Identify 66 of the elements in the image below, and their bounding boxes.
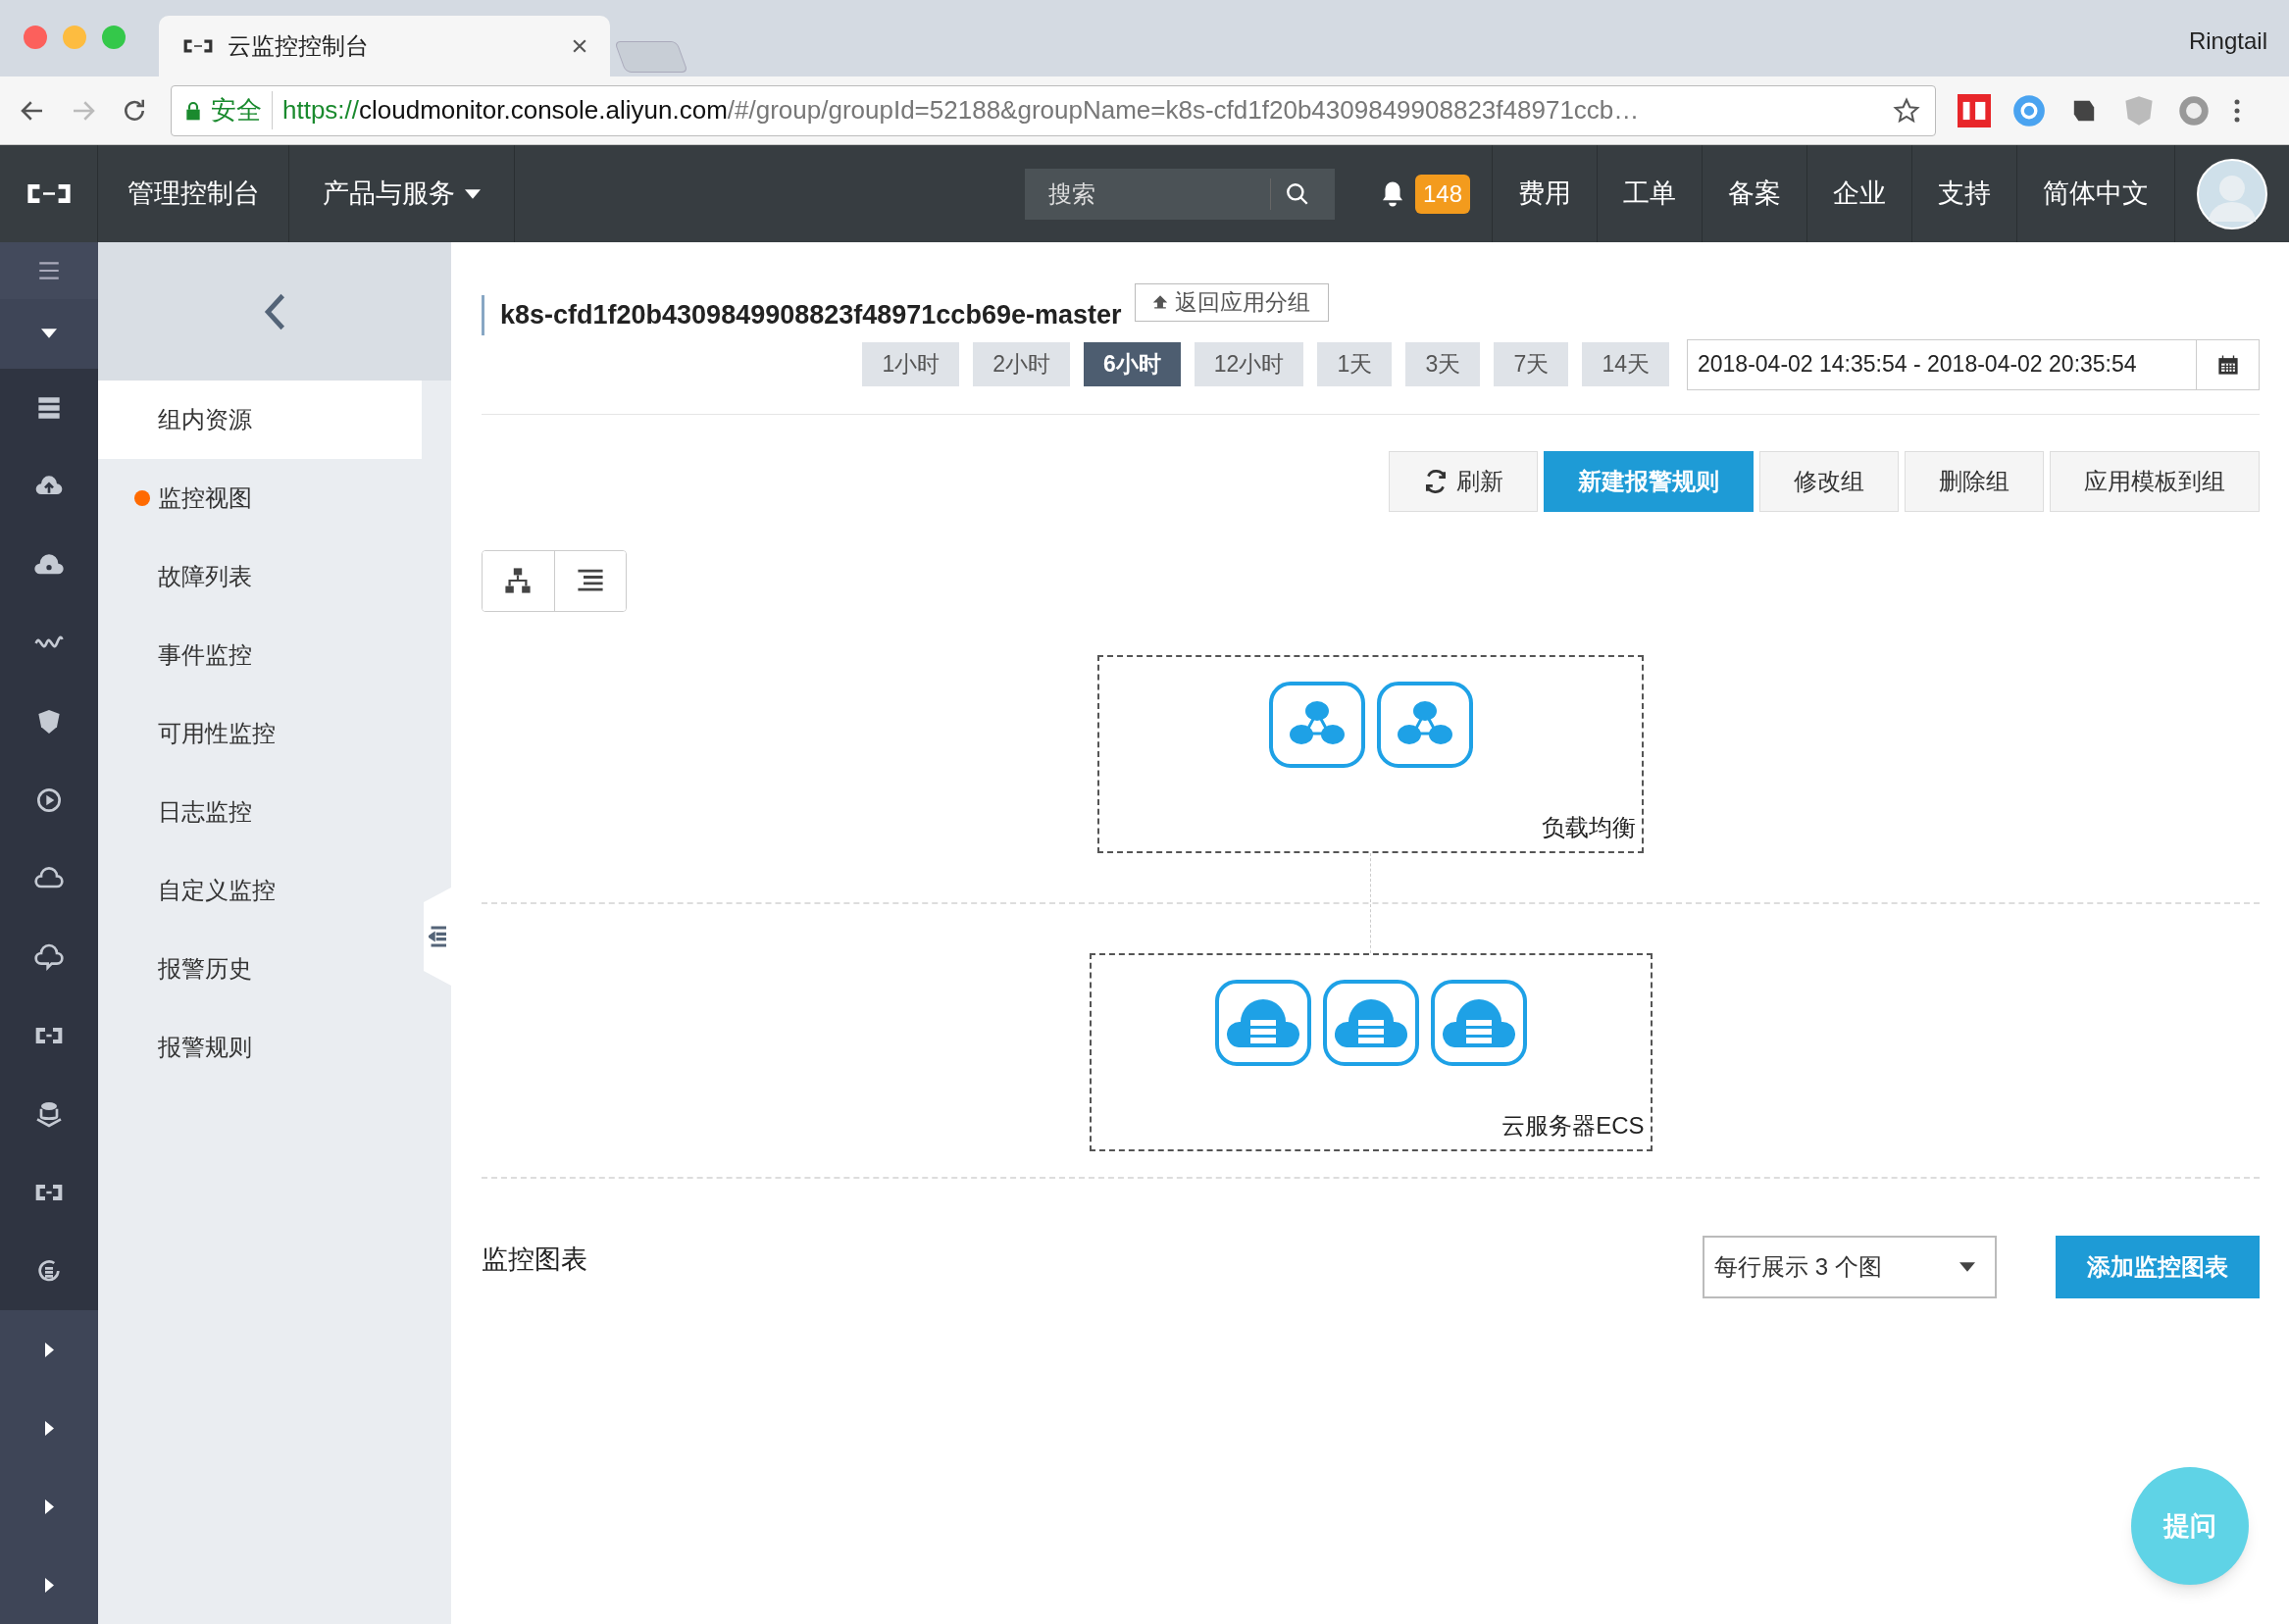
action-button[interactable]: 修改组: [1759, 450, 1899, 512]
date-range-field[interactable]: 2018-04-02 14:35:54 - 2018-04-02 20:35:54: [1687, 338, 2197, 390]
action-button[interactable]: 应用模板到组: [2050, 450, 2260, 512]
submenu-item[interactable]: 自定义监控: [98, 851, 422, 930]
chat-cloud-icon[interactable]: [33, 941, 65, 973]
submenu-item[interactable]: 事件监控: [98, 616, 422, 694]
time-range-tab[interactable]: 12小时: [1194, 342, 1304, 386]
submenu-item[interactable]: 故障列表: [98, 537, 422, 616]
caret-right-icon[interactable]: [44, 1420, 54, 1436]
search-button[interactable]: [1269, 168, 1335, 220]
cloud-server-node-icon[interactable]: [1429, 978, 1528, 1067]
outdent-icon[interactable]: [429, 924, 446, 949]
list-icon: [576, 567, 604, 594]
submenu-item[interactable]: 监控视图: [98, 459, 422, 537]
refresh-icon: [1423, 468, 1449, 494]
section-title: 监控图表: [482, 1243, 588, 1276]
tab-close-icon[interactable]: [573, 39, 586, 53]
time-range-tab[interactable]: 1天: [1317, 342, 1393, 386]
topology-group-label: 负载均衡: [1542, 812, 1636, 842]
time-range-tab[interactable]: 3天: [1405, 342, 1481, 386]
time-range-tab[interactable]: 7天: [1494, 342, 1569, 386]
load-balancer-node-icon[interactable]: [1375, 680, 1474, 769]
group-title: k8s-cfd1f20b4309849908823f48971ccb69e-master: [482, 295, 1122, 335]
submenu-item[interactable]: 报警历史: [98, 930, 422, 1008]
cloud-server-node-icon[interactable]: [1321, 978, 1420, 1067]
search-field[interactable]: 搜索: [1024, 168, 1270, 220]
browser-tab[interactable]: 云监控控制台: [159, 16, 610, 76]
submenu-item[interactable]: 报警规则: [98, 1008, 422, 1087]
bookmark-star-icon[interactable]: [1892, 95, 1921, 126]
submenu-item[interactable]: 组内资源: [98, 381, 422, 459]
caret-right-icon[interactable]: [44, 1498, 54, 1514]
submenu-item[interactable]: 日志监控: [98, 773, 422, 851]
caret-right-icon[interactable]: [44, 1342, 54, 1357]
avatar-icon[interactable]: [2197, 158, 2267, 229]
extension-icon[interactable]: [2012, 93, 2046, 127]
load-balancer-node-icon[interactable]: [1267, 680, 1366, 769]
address-bar[interactable]: 安全 https://cloudmonitor.console.aliyun.com/#/group/groupId=52188&groupName=k8s-cfd1f20b4309849908823f48971ccb…: [171, 84, 1936, 136]
topology-group-label: 云服务器ECS: [1501, 1110, 1645, 1141]
extension-icon[interactable]: [1958, 93, 1991, 127]
calendar-button[interactable]: [2197, 338, 2260, 390]
collapse-chevron-icon[interactable]: [264, 291, 285, 331]
cloud-server-node-icon[interactable]: [1213, 978, 1312, 1067]
profile-name: Ringtail: [2188, 26, 2267, 56]
back-to-groups-button[interactable]: 返回应用分组: [1135, 282, 1330, 322]
hierarchy-icon: [504, 567, 533, 594]
per-row-select[interactable]: 每行展示 3 个图: [1703, 1235, 1997, 1298]
topology-view-button[interactable]: [483, 550, 555, 611]
time-range-tab[interactable]: 2小时: [973, 342, 1070, 386]
time-range-tab[interactable]: 14天: [1582, 342, 1669, 386]
search-icon[interactable]: [1284, 180, 1310, 207]
refresh-button[interactable]: 刷新: [1389, 450, 1538, 512]
secure-label: 安全: [211, 91, 273, 129]
caret-down-icon: [1959, 1261, 1975, 1272]
lock-icon: [185, 100, 201, 121]
upload-arrow-icon: [1153, 295, 1168, 310]
action-button[interactable]: 删除组: [1905, 450, 2044, 512]
url-text: https://cloudmonitor.console.aliyun.com/#/group/groupId=52188&groupName=k8s-cfd1f20b4309849908823f48971ccb…: [282, 94, 1640, 127]
calendar-icon: [2216, 353, 2239, 376]
circle-extension-icon[interactable]: [2177, 93, 2211, 127]
caret-down-icon: [465, 188, 481, 199]
time-range-tab[interactable]: 1小时: [862, 342, 960, 386]
tab-title: 云监控控制台: [228, 31, 370, 61]
time-range-tab[interactable]: 6小时: [1084, 342, 1181, 386]
caret-right-icon[interactable]: [44, 1577, 54, 1593]
caret-down-icon[interactable]: [41, 329, 57, 339]
submenu-item[interactable]: 可用性监控: [98, 694, 422, 773]
